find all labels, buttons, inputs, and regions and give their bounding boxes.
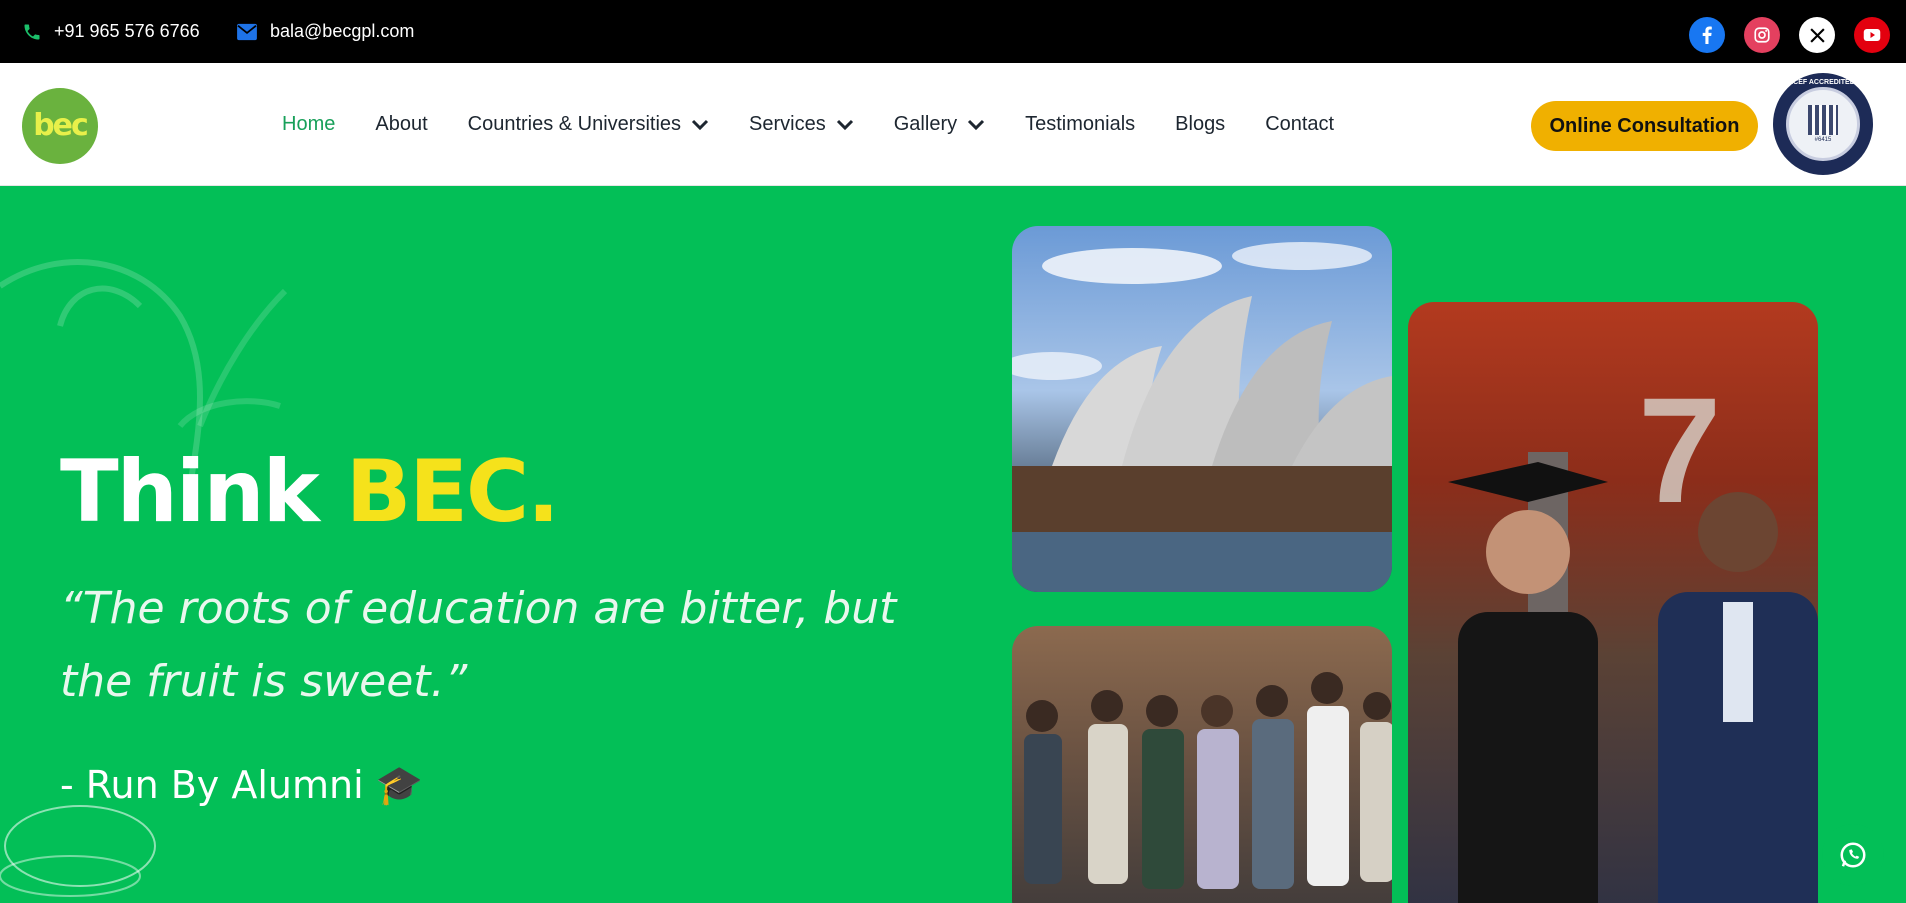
chevron-down-icon [968, 119, 985, 130]
social-links [1689, 17, 1890, 53]
student-group-photo [1012, 626, 1392, 903]
nav-services-label: Services [749, 113, 826, 135]
top-bar: +91 965 576 6766 bala@becgpl.com [0, 0, 1906, 63]
instagram-icon[interactable] [1744, 17, 1780, 53]
nav-testimonials[interactable]: Testimonials [1025, 113, 1135, 136]
phone-link[interactable]: +91 965 576 6766 [22, 0, 200, 63]
main-navbar: bec Home About Countries & Universities … [0, 63, 1906, 186]
headline-prefix: Think [60, 442, 320, 542]
nav-home-label: Home [282, 113, 336, 135]
graduation-photo: 7 [1408, 302, 1818, 903]
badge-title: ICEF ACCREDITED [1791, 79, 1855, 86]
bec-logo[interactable]: bec [22, 88, 98, 164]
logo-mark: bec [33, 108, 89, 143]
qr-code-icon [1808, 105, 1838, 135]
whatsapp-icon [1840, 842, 1866, 868]
hero-tagline: - Run By Alumni 🎓 [60, 763, 424, 807]
headline-accent: BEC. [345, 442, 560, 542]
facebook-icon[interactable] [1689, 17, 1725, 53]
nav-gallery-label: Gallery [893, 113, 958, 135]
nav-home[interactable]: Home [282, 113, 335, 136]
badge-seal: #6415 [1786, 87, 1860, 161]
nav-blogs-label: Blogs [1175, 113, 1226, 135]
nav-contact-label: Contact [1265, 113, 1335, 135]
chevron-down-icon [836, 119, 853, 130]
nav-contact[interactable]: Contact [1265, 113, 1334, 136]
nav-about-label: About [375, 113, 428, 135]
email-link[interactable]: bala@becgpl.com [236, 0, 414, 63]
nav-services[interactable]: Services [749, 113, 854, 136]
sydney-opera-house-photo [1012, 226, 1392, 592]
whatsapp-chat-button[interactable] [1822, 824, 1884, 886]
hero-headline: Think BEC. [60, 442, 560, 542]
youtube-icon[interactable] [1854, 17, 1890, 53]
nav-gallery[interactable]: Gallery [894, 113, 985, 136]
icef-accredited-badge: ICEF ACCREDITED #6415 [1773, 73, 1873, 175]
main-menu: Home About Countries & Universities Serv… [282, 63, 1334, 186]
hero-section: Think BEC. “The roots of education are b… [0, 186, 1906, 903]
nav-blogs[interactable]: Blogs [1175, 113, 1225, 136]
badge-id: #6415 [1814, 137, 1832, 143]
nav-countries-label: Countries & Universities [467, 113, 682, 135]
hero-quote: “The roots of education are bitter, but … [60, 583, 897, 707]
nav-about[interactable]: About [375, 113, 427, 136]
chevron-down-icon [691, 119, 709, 130]
nav-countries-universities[interactable]: Countries & Universities [468, 113, 709, 136]
x-icon[interactable] [1799, 17, 1835, 53]
nav-testimonials-label: Testimonials [1025, 113, 1136, 135]
phone-number: +91 965 576 6766 [54, 21, 200, 41]
mail-icon [237, 23, 257, 40]
phone-icon [24, 24, 40, 39]
online-consultation-button[interactable]: Online Consultation [1531, 101, 1758, 151]
email-address: bala@becgpl.com [270, 21, 415, 41]
